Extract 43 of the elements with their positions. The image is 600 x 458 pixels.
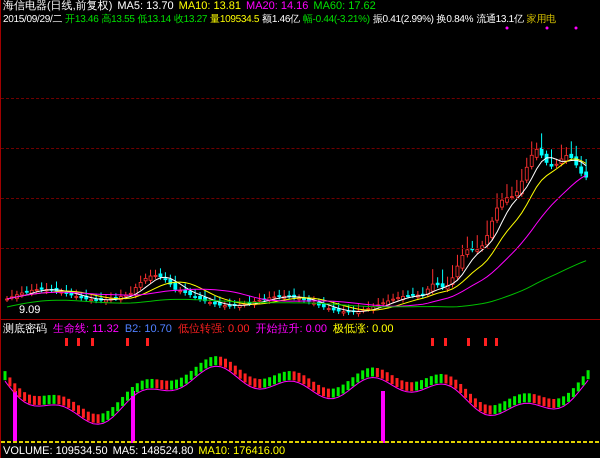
- quote-value: 高13.55: [101, 13, 135, 26]
- chart-title-value: MA10: 13.81: [178, 0, 242, 13]
- signal-dot: [574, 26, 578, 30]
- volume-value: VOLUME: 109534.50: [3, 445, 108, 458]
- signal-marker: [467, 338, 470, 346]
- chart-title-value: MA60: 17.62: [313, 0, 376, 13]
- indicator-value: 生命线: 11.32: [53, 323, 119, 336]
- quote-value: 开13.46: [65, 13, 98, 26]
- quote-value: 量109534.5: [210, 13, 260, 26]
- signal-marker: [484, 338, 487, 346]
- price-low-label: 9.09: [19, 303, 40, 318]
- signal-marker: [65, 338, 68, 346]
- chart-title-value: MA20: 14.16: [246, 0, 308, 13]
- indicator-value: 极低涨: 0.00: [332, 323, 394, 336]
- signal-marker: [495, 338, 498, 346]
- signal-marker: [126, 338, 129, 346]
- chart-title-value: MA5: 13.70: [117, 0, 174, 13]
- signal-marker: [444, 338, 447, 346]
- chart-title-value: 海信电器(日线,前复权): [3, 0, 112, 13]
- signal-spike: [13, 391, 17, 443]
- quote-value: 幅-0.44(-3.21%): [302, 13, 370, 26]
- quote-value: 振0.41(2.99%): [372, 13, 434, 26]
- quote-value: 换0.84%: [436, 13, 474, 26]
- signal-spike: [381, 391, 385, 443]
- quote-value: 收13.27: [174, 13, 208, 26]
- signal-marker: [431, 338, 434, 346]
- quote-value: 流通13.1亿: [476, 13, 524, 26]
- indicator-value: 低位转强: 0.00: [178, 323, 250, 336]
- signal-marker: [146, 338, 149, 346]
- quote-value: 家用电: [526, 13, 556, 26]
- indicator-value: B2: 10.70: [124, 323, 172, 336]
- signal-marker: [77, 338, 80, 346]
- indicator-value: 测底密码: [3, 323, 47, 336]
- indicator-value: 开始拉升: 0.00: [255, 323, 327, 336]
- quote-value: 2015/09/29/二: [3, 13, 62, 26]
- quote-value: 额1.46亿: [262, 13, 300, 26]
- quote-value: 低13.14: [138, 13, 171, 26]
- signal-dot: [506, 26, 508, 30]
- signal-spike: [131, 391, 135, 443]
- signal-dot: [546, 26, 548, 30]
- volume-value: MA5: 148524.80: [112, 445, 194, 458]
- volume-value: MA10: 176416.00: [198, 445, 286, 458]
- signal-marker: [91, 338, 94, 346]
